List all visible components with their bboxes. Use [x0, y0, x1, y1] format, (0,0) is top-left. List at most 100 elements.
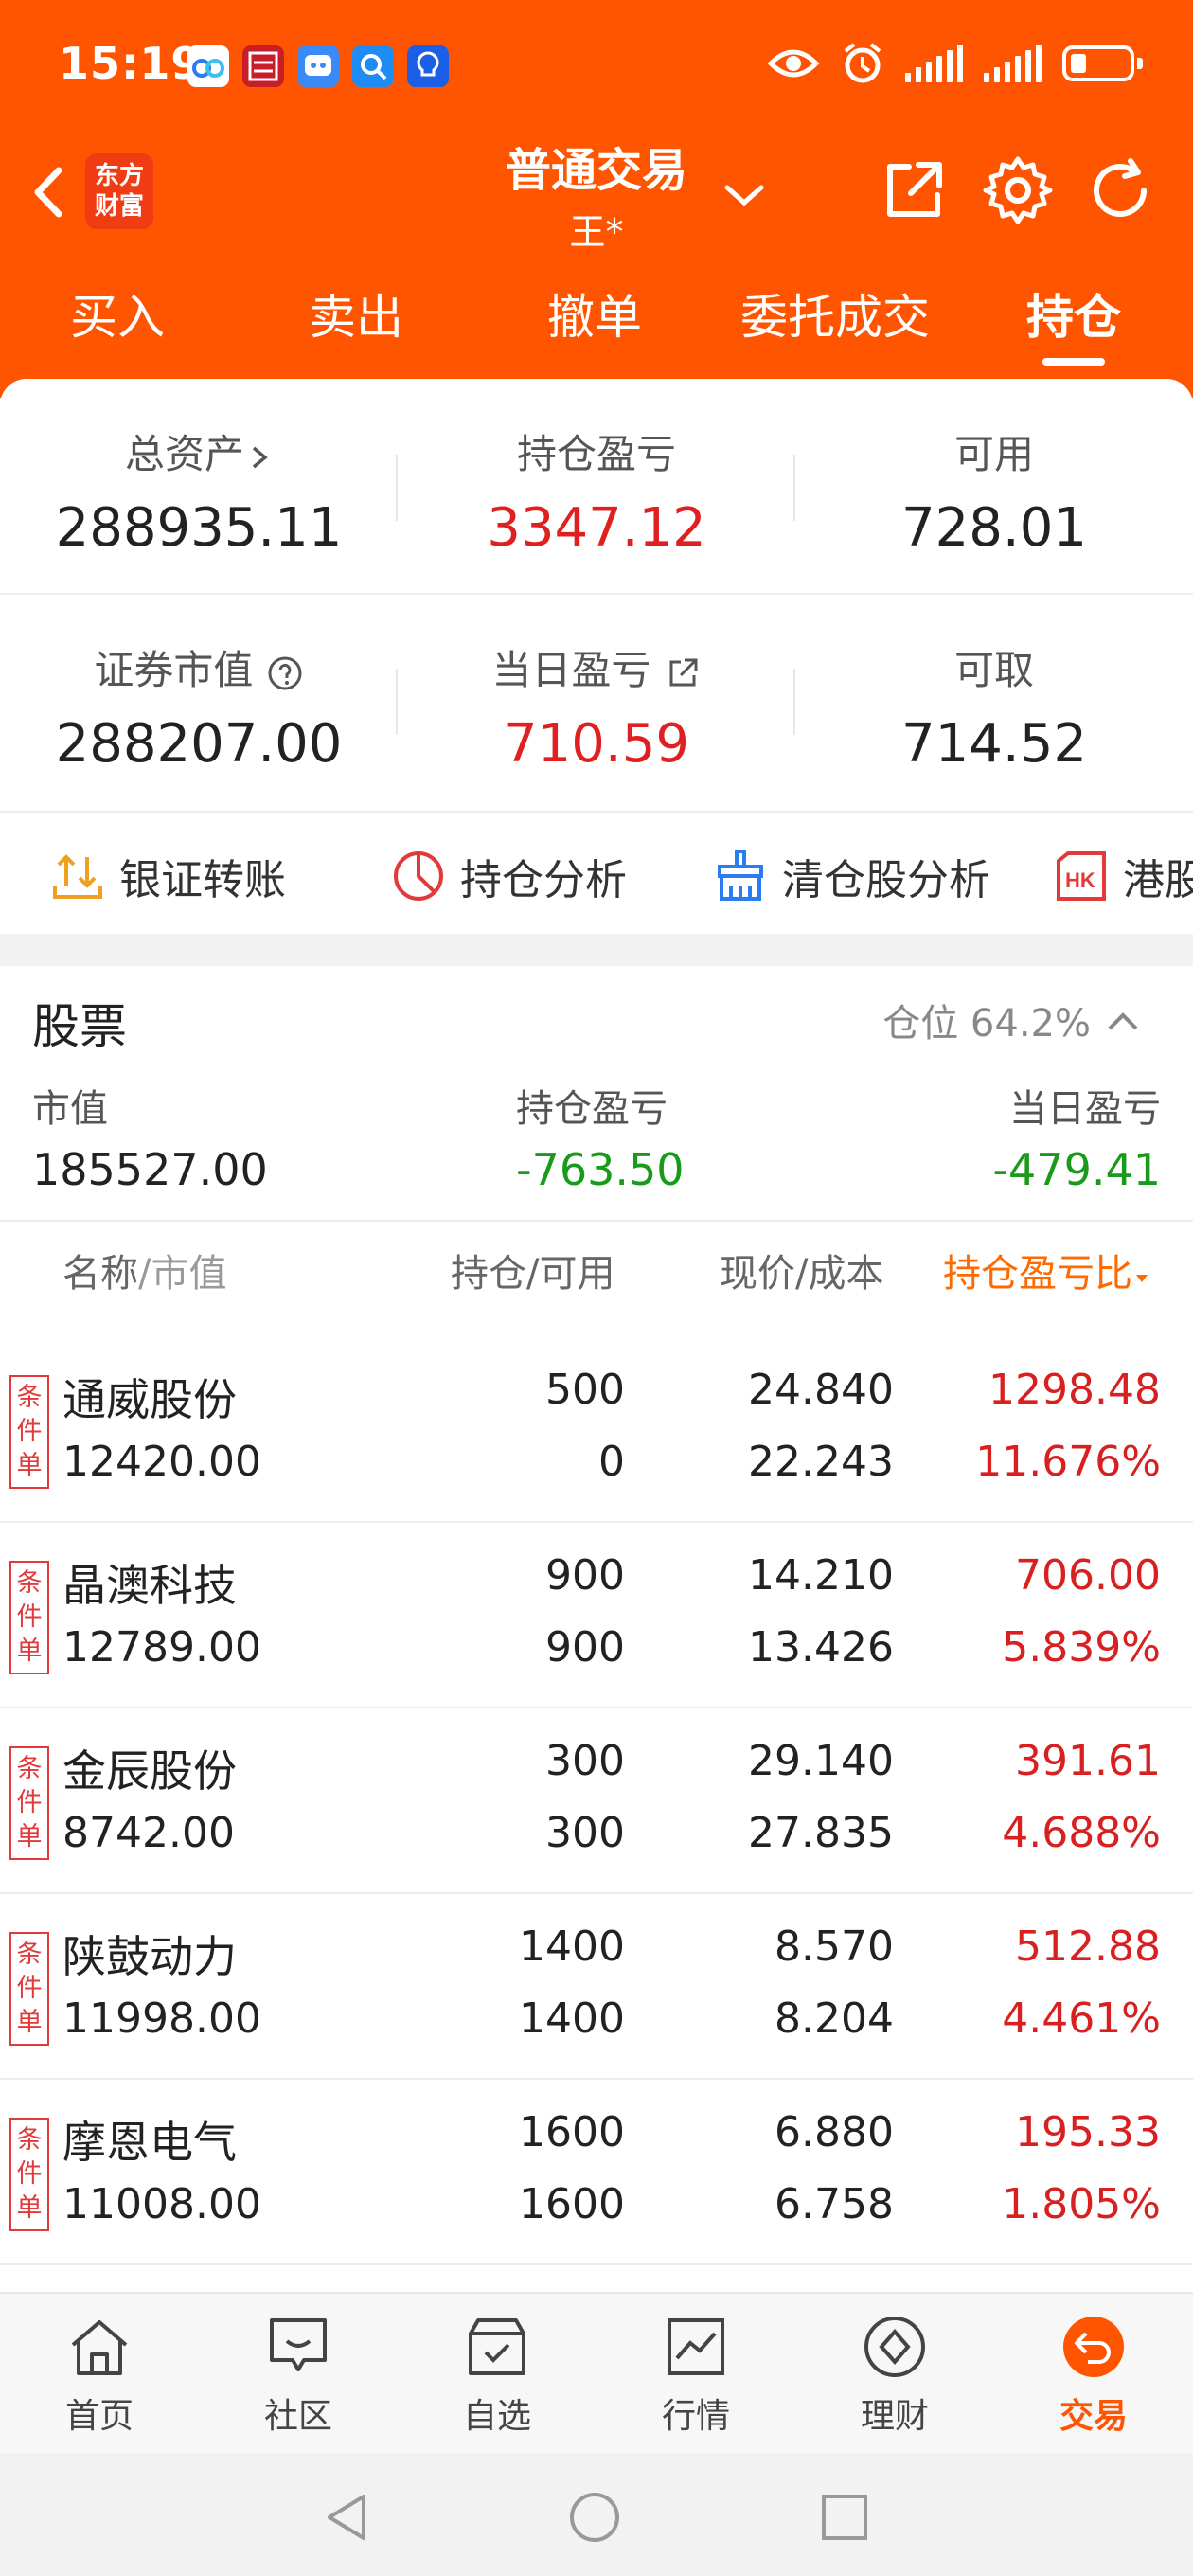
transfer-icon	[53, 854, 102, 899]
stock-market-value: 12420.00	[62, 1438, 261, 1486]
position-ratio[interactable]: 仓位 64.2%	[882, 993, 1142, 1047]
notification-icons	[187, 45, 449, 87]
column-pl-ratio[interactable]: 持仓盈亏比	[943, 1243, 1193, 1297]
holding-pl-label: 持仓盈亏	[516, 431, 676, 477]
table-row[interactable]: 条件单 摩恩电气 11008.00 1600 1600 6.880 6.758 195.33 1…	[0, 2080, 1193, 2265]
nav-trade[interactable]: 交易	[994, 2313, 1193, 2438]
stock-pl: 512.88	[1015, 1923, 1161, 1971]
active-tab-indicator	[1042, 358, 1105, 366]
table-row[interactable]: 条件单 通威股份 12420.00 500 0 24.840 22.243 1298.48 11…	[0, 1337, 1193, 1523]
column-qty[interactable]: 持仓/可用	[451, 1243, 614, 1297]
trade-tabs: 买入 卖出 撤单 委托成交 持仓	[0, 284, 1193, 360]
cleared-stocks-analysis-button[interactable]: 清仓股分析	[712, 833, 990, 919]
daily-pl[interactable]: 当日盈亏 710.59	[398, 638, 795, 775]
system-recents-icon[interactable]	[820, 2493, 869, 2542]
hk-stocks-button[interactable]: HK 港股	[1053, 833, 1193, 919]
tab-orders[interactable]: 委托成交	[721, 284, 949, 350]
nav-watchlist-label: 自选	[462, 2397, 531, 2436]
chevron-right-icon	[252, 446, 268, 468]
nav-home[interactable]: 首页	[0, 2313, 199, 2438]
available-cash: 可用 728.01	[795, 422, 1193, 559]
system-navigation-bar	[0, 2453, 1193, 2576]
market-value: 证券市值 288207.00	[0, 638, 398, 775]
signal-icon	[984, 45, 1042, 82]
nav-community[interactable]: 社区	[199, 2313, 398, 2438]
stock-price: 6.880	[775, 2108, 894, 2156]
daily-pl-value: 710.59	[504, 713, 689, 775]
stock-available: 1600	[519, 2180, 625, 2228]
battery-icon	[1062, 45, 1143, 81]
stock-available: 0	[598, 1438, 625, 1486]
stock-holdings: 股票 仓位 64.2% 市值 185527.00 持仓盈亏 -763.50 当日…	[0, 966, 1193, 2292]
conditional-order-badge[interactable]: 条件单	[9, 1561, 49, 1674]
stock-name: 摩恩电气	[62, 2117, 237, 2168]
stock-market-value: 11998.00	[62, 1995, 261, 2043]
svg-text:HK: HK	[1065, 868, 1095, 892]
pie-chart-icon	[394, 851, 443, 901]
tab-holdings[interactable]: 持仓	[960, 284, 1187, 350]
stocks-holding-pl: -763.50	[516, 1144, 685, 1195]
back-icon[interactable]	[17, 150, 83, 235]
holdings-analysis-button[interactable]: 持仓分析	[390, 833, 627, 919]
idea-app-icon	[407, 45, 449, 87]
stock-cost: 22.243	[748, 1438, 894, 1486]
system-back-icon[interactable]	[322, 2491, 371, 2544]
share-external-icon[interactable]	[877, 153, 951, 227]
stock-name: 陕鼓动力	[62, 1931, 237, 1982]
column-name[interactable]: 名称/市值	[62, 1243, 226, 1297]
row-divider	[0, 2263, 1193, 2265]
conditional-order-badge[interactable]: 条件单	[9, 1375, 49, 1489]
stock-pl: 195.33	[1015, 2108, 1161, 2156]
chevron-down-icon[interactable]	[718, 169, 771, 222]
column-price[interactable]: 现价/成本	[720, 1243, 883, 1297]
conditional-order-badge[interactable]: 条件单	[9, 1932, 49, 2046]
position-ratio-text: 仓位 64.2%	[882, 1002, 1091, 1046]
chat-robot-icon	[297, 45, 339, 87]
market-value-value: 288207.00	[55, 713, 343, 775]
nav-market[interactable]: 行情	[596, 2313, 795, 2438]
chevron-up-icon	[1108, 1012, 1138, 1030]
stock-market-value: 12789.00	[62, 1623, 261, 1672]
nav-watchlist[interactable]: 自选	[398, 2313, 596, 2438]
market-value-label: 证券市值	[94, 647, 254, 693]
conditional-order-badge[interactable]: 条件单	[9, 2118, 49, 2231]
hk-icon: HK	[1057, 851, 1106, 901]
stock-name: 通威股份	[62, 1374, 237, 1425]
stock-qty: 1400	[519, 1923, 625, 1971]
table-row[interactable]: 条件单 金辰股份 8742.00 300 300 29.140 27.835 391.61 4.…	[0, 1708, 1193, 1894]
refresh-icon[interactable]	[1083, 153, 1157, 227]
system-home-icon[interactable]	[568, 2491, 621, 2544]
signal-icon	[905, 45, 963, 82]
status-icons	[767, 42, 1143, 85]
stocks-market-value: 185527.00	[32, 1144, 268, 1195]
nav-wealth[interactable]: 理财	[795, 2313, 994, 2438]
watchlist-icon	[469, 2318, 525, 2375]
help-icon[interactable]	[266, 654, 304, 692]
stock-cost: 8.204	[775, 1995, 894, 2043]
total-assets[interactable]: 总资产 288935.11	[0, 422, 398, 559]
conditional-order-badge[interactable]: 条件单	[9, 1746, 49, 1860]
total-assets-label: 总资产	[124, 431, 244, 477]
holdings-analysis-label: 持仓分析	[460, 856, 627, 904]
tab-sell[interactable]: 卖出	[242, 284, 470, 350]
stock-qty: 900	[545, 1551, 625, 1600]
tab-buy[interactable]: 买入	[4, 284, 231, 350]
gear-icon[interactable]	[981, 153, 1055, 227]
stock-price: 24.840	[748, 1366, 894, 1414]
withdrawable-label: 可取	[953, 647, 1034, 693]
stock-price: 29.140	[748, 1737, 894, 1785]
stocks-market-value-label: 市值	[32, 1087, 108, 1131]
nav-community-label: 社区	[263, 2397, 332, 2436]
cleared-stocks-analysis-label: 清仓股分析	[782, 856, 990, 904]
table-row[interactable]: 条件单 陕鼓动力 11998.00 1400 1400 8.570 8.204 512.88 4…	[0, 1894, 1193, 2080]
stock-pl-ratio: 11.676%	[975, 1438, 1161, 1486]
trade-icon	[1063, 2317, 1124, 2377]
daily-pl-label: 当日盈亏	[491, 647, 651, 693]
tab-cancel[interactable]: 撤单	[481, 284, 708, 350]
table-row[interactable]: 条件单 晶澳科技 12789.00 900 900 14.210 13.426 706.00 5…	[0, 1523, 1193, 1708]
stock-cost: 6.758	[775, 2180, 894, 2228]
stock-available: 300	[545, 1809, 625, 1857]
bank-transfer-label: 银证转账	[119, 856, 286, 904]
bank-transfer-button[interactable]: 银证转账	[49, 833, 286, 919]
eye-comfort-icon	[767, 49, 820, 78]
